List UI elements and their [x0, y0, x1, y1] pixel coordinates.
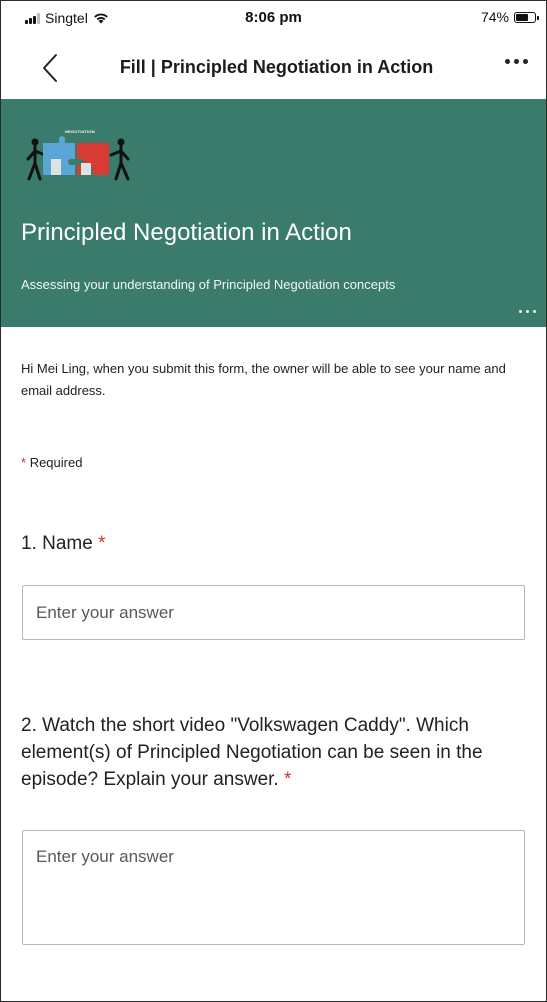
required-legend: * Required	[21, 455, 82, 470]
question-1-number: 1.	[21, 533, 37, 554]
question-1-required: *	[98, 533, 106, 554]
status-time: 8:06 pm	[245, 9, 302, 26]
more-horizontal-icon[interactable]	[505, 59, 528, 64]
banner-more-icon[interactable]	[519, 310, 536, 313]
battery-icon	[514, 11, 539, 23]
nav-bar: Fill | Principled Negotiation in Action	[1, 39, 546, 95]
question-2-text: Watch the short video "Volkswagen Caddy"…	[21, 715, 483, 790]
battery-fill	[516, 13, 528, 21]
app-window: Singtel 8:06 pm 74% Fill | Principled Ne…	[0, 0, 547, 1002]
status-bar: Singtel 8:06 pm 74%	[1, 1, 546, 31]
video-answer-textarea[interactable]	[22, 830, 525, 945]
question-1-label: 1. Name *	[21, 533, 106, 555]
question-2-label: 2. Watch the short video "Volkswagen Cad…	[21, 712, 536, 793]
status-right: 74%	[480, 9, 539, 25]
battery-percent: 74%	[480, 9, 509, 25]
required-asterisk: *	[21, 455, 27, 470]
negotiation-puzzle-logo: NEGOTIATION	[21, 129, 141, 191]
name-input[interactable]	[22, 585, 525, 640]
question-2-number: 2.	[21, 715, 37, 736]
privacy-notice: Hi Mei Ling, when you submit this form, …	[21, 361, 506, 398]
puzzle-figures-icon	[26, 136, 130, 181]
form-banner: NEGOTIATION Principled Negotiation in Ac…	[1, 99, 546, 327]
question-1-text: Name	[42, 533, 93, 554]
form-title: Principled Negotiation in Action	[21, 219, 352, 246]
required-label: Required	[29, 455, 83, 470]
logo-text: NEGOTIATION	[65, 129, 95, 134]
nav-title: Fill | Principled Negotiation in Action	[119, 57, 434, 77]
form-subtitle: Assessing your understanding of Principl…	[21, 277, 396, 292]
question-2-required: *	[284, 769, 292, 790]
